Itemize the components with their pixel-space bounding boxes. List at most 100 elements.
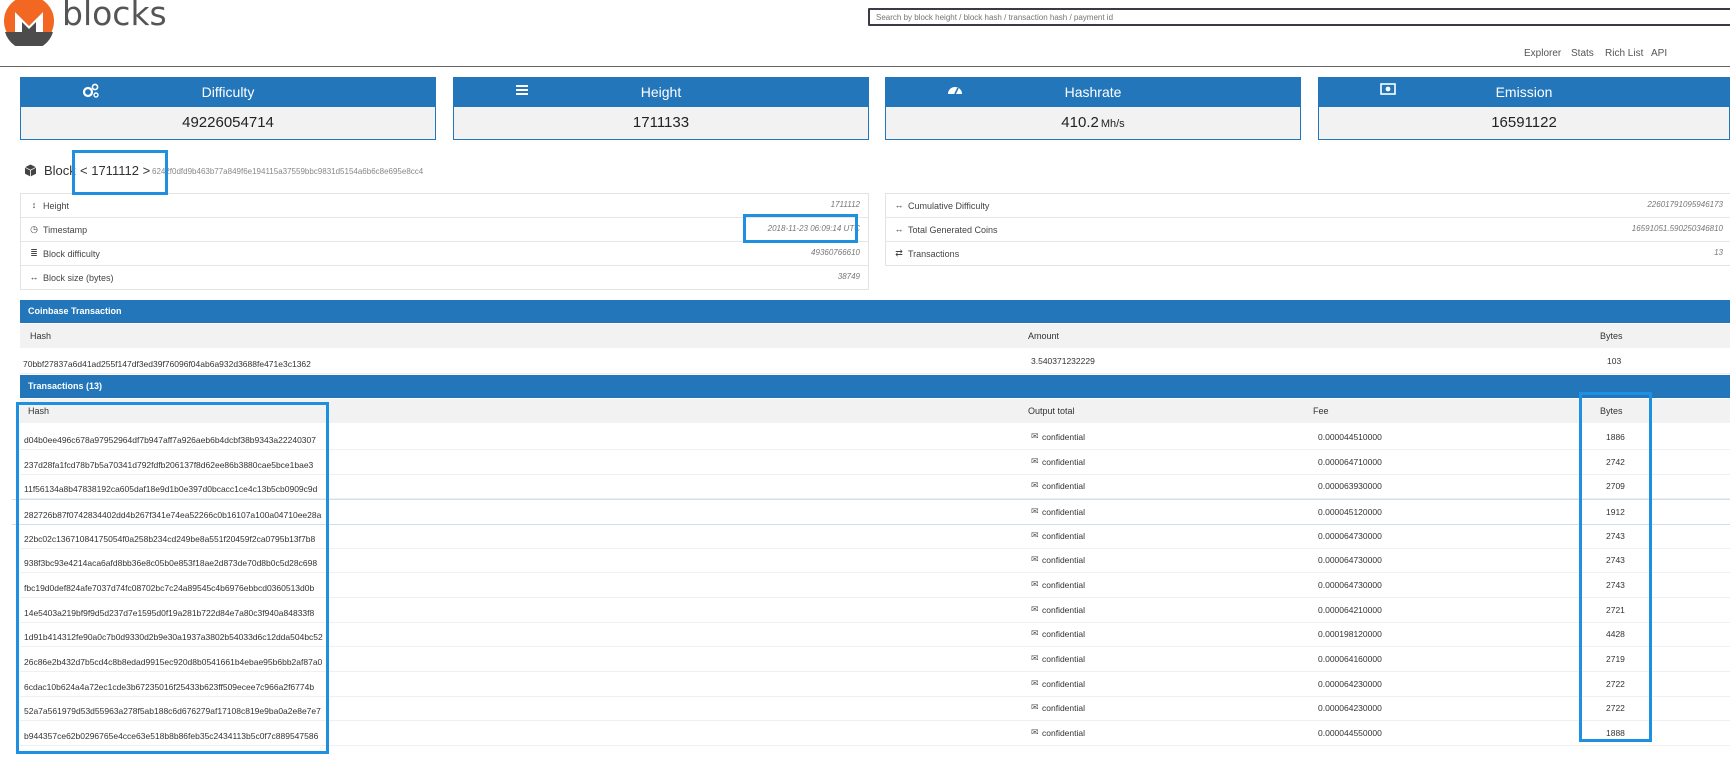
envelope-icon: ✉ — [1031, 628, 1039, 639]
clock-icon: ◷ — [30, 224, 38, 234]
block-hash: 6242f0dfd9b463b77a849f6e194115a37559bbc9… — [152, 167, 424, 176]
envelope-icon: ✉ — [1031, 652, 1039, 663]
stat-hashrate-panel: Hashrate 410.2 Mh/s — [885, 77, 1301, 141]
tx-output-total: confidential — [1042, 432, 1086, 442]
tx-fee: 0.000064730000 — [1318, 579, 1382, 590]
nav-api-link[interactable]: API — [1651, 48, 1667, 59]
bars-icon — [516, 85, 528, 95]
info-label: Transactions — [908, 249, 960, 259]
search-field[interactable] — [868, 8, 1730, 26]
coinbase-row: 70bbf27837a6d41ad255f147df3ed39f76096f04… — [20, 349, 1730, 374]
coinbase-amount: 3.540371232229 — [1031, 356, 1095, 366]
vertical-arrows-icon: ↕ — [31, 200, 37, 210]
info-timestamp-row: ◷ Timestamp 2018-11-23 06:09:14 UTC — [21, 218, 868, 242]
tx-output-total: confidential — [1042, 530, 1086, 541]
envelope-icon: ✉ — [1031, 480, 1039, 491]
info-label: Cumulative Difficulty — [908, 201, 990, 211]
tx-output-total: confidential — [1042, 653, 1086, 664]
tx-fee: 0.000064230000 — [1318, 678, 1382, 689]
tx-fee: 0.000198120000 — [1318, 629, 1382, 640]
col-fee-header: Fee — [1313, 406, 1329, 416]
info-value: 49360766610 — [811, 248, 860, 257]
annotation-box-tx-bytes — [1579, 392, 1652, 742]
nav-explorer-link[interactable]: Explorer — [1524, 48, 1561, 59]
info-label: Total Generated Coins — [908, 225, 998, 235]
tx-fee: 0.000063930000 — [1318, 481, 1382, 492]
tx-output-total: confidential — [1042, 481, 1086, 492]
info-transactions-row: ⇄ Transactions 13 — [886, 242, 1730, 265]
info-generated-coins-row: ↔ Total Generated Coins 16591051.5902503… — [886, 218, 1730, 242]
tx-output-total: confidential — [1042, 555, 1086, 566]
stat-emission-value: 16591122 — [1491, 114, 1557, 131]
database-icon: ≣ — [30, 248, 38, 258]
info-value: 1711112 — [830, 200, 860, 209]
envelope-icon: ✉ — [1031, 554, 1039, 565]
stat-difficulty-value: 49226054714 — [182, 114, 274, 131]
col-output-total-header: Output total — [1028, 406, 1075, 416]
coinbase-bytes: 103 — [1607, 356, 1622, 366]
horizontal-arrows-icon: ↔ — [29, 272, 39, 282]
info-cumulative-difficulty-row: ↔ Cumulative Difficulty 2260179109594617… — [886, 194, 1730, 218]
info-size-row: ↔ Block size (bytes) 38749 — [21, 266, 868, 289]
envelope-icon: ✉ — [1031, 677, 1039, 688]
tx-fee: 0.000064160000 — [1318, 653, 1382, 664]
envelope-icon: ✉ — [1031, 578, 1039, 589]
envelope-icon: ✉ — [1031, 455, 1039, 466]
tx-output-total: confidential — [1042, 506, 1086, 517]
transactions-section-header: Transactions (13) — [20, 375, 1730, 398]
tx-fee: 0.000044550000 — [1318, 727, 1382, 738]
tx-hash-link[interactable]: 70bbf27837a6d41ad255f147df3ed39f76096f04… — [23, 359, 311, 369]
block-info-right: ↔ Cumulative Difficulty 2260179109594617… — [885, 193, 1730, 266]
block-info-left: ↕ Height 1711112 ◷ Timestamp 2018-11-23 … — [20, 193, 869, 290]
horizontal-arrows-icon: ↔ — [894, 200, 904, 210]
monero-logo-icon — [4, 0, 54, 46]
tx-fee: 0.000044510000 — [1318, 432, 1382, 442]
tx-output-total: confidential — [1042, 727, 1086, 738]
info-difficulty-row: ≣ Block difficulty 49360766610 — [21, 242, 868, 266]
tx-output-total: confidential — [1042, 579, 1086, 590]
logo[interactable]: blocks — [4, 0, 167, 46]
tx-output-total: confidential — [1042, 604, 1086, 615]
info-label: Block difficulty — [43, 249, 100, 259]
envelope-icon: ✉ — [1031, 702, 1039, 713]
exchange-icon: ⇄ — [895, 248, 903, 258]
col-bytes-header: Bytes — [1600, 331, 1623, 341]
envelope-icon: ✉ — [1031, 529, 1039, 540]
info-label: Timestamp — [43, 225, 88, 235]
tx-fee: 0.000064210000 — [1318, 604, 1382, 615]
coinbase-title: Coinbase Transaction — [28, 306, 122, 316]
stat-hashrate-unit: Mh/s — [1100, 118, 1125, 130]
horizontal-arrows-icon: ↔ — [894, 224, 904, 234]
col-hash-header: Hash — [30, 331, 52, 341]
tx-output-total: confidential — [1042, 629, 1086, 640]
coinbase-column-headers: Hash Amount Bytes — [20, 324, 1730, 348]
info-value: 22601791095946173 — [1647, 200, 1723, 209]
envelope-icon: ✉ — [1031, 726, 1039, 737]
stat-height-label: Height — [640, 84, 682, 100]
dashboard-icon — [948, 87, 962, 95]
info-label: Block size (bytes) — [43, 273, 114, 283]
tx-fee: 0.000064730000 — [1318, 555, 1382, 566]
stat-difficulty-label: Difficulty — [201, 84, 255, 100]
transactions-title: Transactions (13) — [28, 381, 103, 391]
envelope-icon: ✉ — [1031, 505, 1039, 516]
logo-text: blocks — [62, 0, 167, 33]
search-input[interactable] — [876, 10, 1730, 24]
money-icon — [1380, 83, 1396, 95]
info-value: 38749 — [837, 272, 860, 281]
tx-fee: 0.000045120000 — [1318, 506, 1382, 517]
stat-difficulty-panel: Difficulty 49226054714 — [20, 77, 436, 141]
cube-icon — [24, 164, 37, 177]
envelope-icon: ✉ — [1031, 603, 1039, 614]
info-value: 16591051.590250346810 — [1631, 224, 1723, 233]
stat-hashrate-value: 410.2 — [1061, 114, 1099, 131]
tx-output-total: confidential — [1042, 678, 1086, 689]
annotation-box-tx-hashes — [16, 402, 329, 754]
nav-rich-list-link[interactable]: Rich List — [1605, 48, 1643, 59]
coinbase-section-header: Coinbase Transaction — [20, 300, 1730, 323]
stat-emission-panel: Emission 16591122 — [1318, 77, 1730, 141]
stat-height-value: 1711133 — [632, 114, 690, 131]
annotation-box-block-number — [72, 150, 168, 195]
nav-stats-link[interactable]: Stats — [1571, 48, 1594, 59]
stat-height-panel: Height 1711133 — [453, 77, 869, 141]
